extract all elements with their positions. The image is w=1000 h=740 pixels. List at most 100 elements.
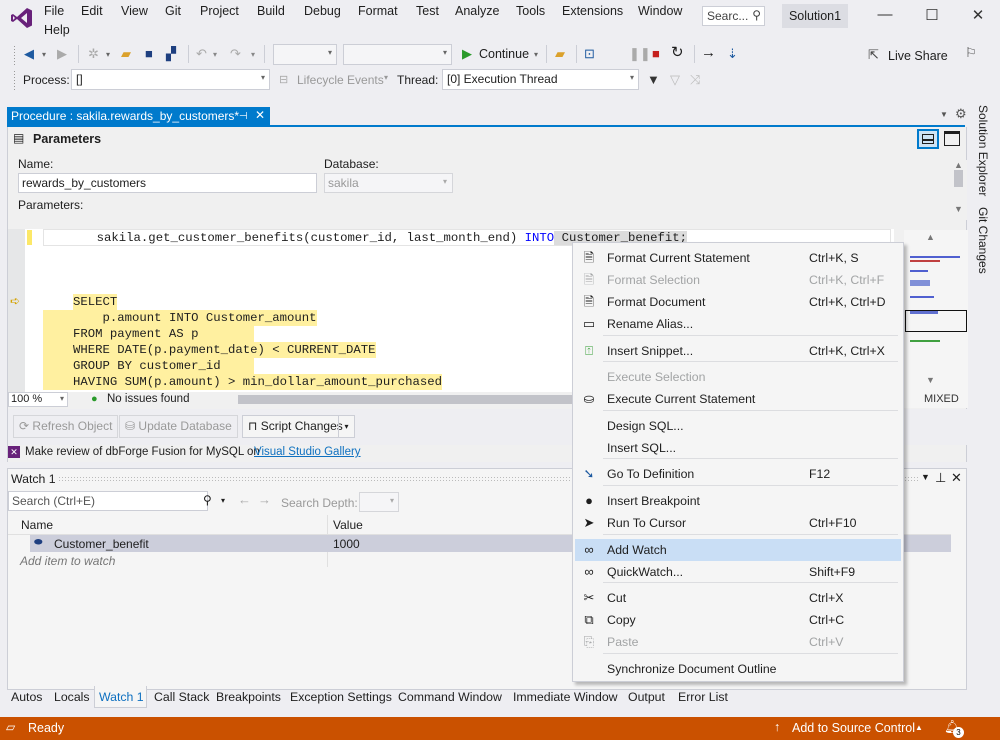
- minimap[interactable]: ▲ ▼ MIXED: [904, 230, 968, 408]
- thread-dropdown[interactable]: [0] Execution Thread ▾: [442, 69, 639, 90]
- menu-window[interactable]: Window: [638, 4, 682, 18]
- continue-button[interactable]: Continue: [479, 47, 529, 61]
- restart-icon[interactable]: ↻: [671, 45, 684, 61]
- script-dropdown-icon[interactable]: ▾: [338, 415, 354, 438]
- step-into-icon[interactable]: ⇣: [727, 46, 738, 62]
- menu-format[interactable]: Format: [358, 4, 398, 18]
- menu-analyze[interactable]: Analyze: [455, 4, 499, 18]
- menu-item-synchronize-document-outline[interactable]: Synchronize Document Outline: [575, 658, 901, 680]
- gallery-link[interactable]: Visual Studio Gallery: [254, 446, 361, 458]
- code-line-2: SELECT: [73, 294, 118, 310]
- rename-icon: ▭: [582, 316, 596, 331]
- column-value-header[interactable]: Value: [333, 518, 363, 532]
- open-folder-icon[interactable]: ▰: [121, 46, 131, 62]
- menu-tools[interactable]: Tools: [516, 4, 545, 18]
- add-watch-placeholder[interactable]: Add item to watch: [20, 554, 115, 568]
- menu-item-rename-alias[interactable]: ▭ Rename Alias...: [575, 313, 901, 335]
- menu-test[interactable]: Test: [416, 4, 439, 18]
- menu-item-insert-breakpoint[interactable]: ● Insert Breakpoint: [575, 490, 901, 512]
- menu-item-format-current-statement[interactable]: 🗎 Format Current Statement Ctrl+K, S: [575, 247, 901, 269]
- find-in-files-icon[interactable]: ▰: [555, 46, 565, 62]
- column-name-header[interactable]: Name: [21, 518, 53, 532]
- tab-locals[interactable]: Locals: [54, 690, 90, 704]
- zoom-dropdown[interactable]: 100 % ▾: [8, 392, 68, 407]
- save-all-icon[interactable]: ▞: [166, 46, 176, 62]
- single-view-button[interactable]: [944, 131, 960, 146]
- search-box[interactable]: Searc... ⚲: [702, 6, 765, 26]
- toolbar-grip[interactable]: [13, 70, 16, 90]
- show-next-statement-icon[interactable]: →: [701, 45, 716, 61]
- parameters-scrollbar[interactable]: ▲ ▼: [951, 160, 967, 220]
- source-control-dropdown-icon[interactable]: ▲: [915, 723, 923, 732]
- toolbar-grip[interactable]: [13, 45, 16, 65]
- play-icon[interactable]: ▶: [462, 46, 472, 62]
- panel-close-icon[interactable]: ✕: [951, 470, 962, 486]
- tab-command-window[interactable]: Command Window: [398, 690, 502, 704]
- settings-gear-icon[interactable]: ⚙: [955, 106, 967, 122]
- menu-build[interactable]: Build: [257, 4, 285, 18]
- stop-icon[interactable]: ■: [652, 46, 660, 62]
- menu-item-insert-snippet[interactable]: ⍐ Insert Snippet... Ctrl+K, Ctrl+X: [575, 340, 901, 362]
- tab-output[interactable]: Output: [628, 690, 665, 704]
- name-input[interactable]: rewards_by_customers: [18, 173, 317, 193]
- tab-error-list[interactable]: Error List: [678, 690, 728, 704]
- tab-procedure[interactable]: Procedure : sakila.rewards_by_customers*…: [7, 107, 270, 126]
- back-dropdown-icon[interactable]: ▾: [42, 47, 46, 63]
- split-view-button[interactable]: [917, 129, 939, 149]
- live-share-icon[interactable]: ⇱: [868, 47, 879, 63]
- menu-item-design-sql[interactable]: Design SQL...: [575, 415, 901, 437]
- menu-item-cut[interactable]: ✂ Cut Ctrl+X: [575, 587, 901, 609]
- menu-item-run-to-cursor[interactable]: ➤ Run To Cursor Ctrl+F10: [575, 512, 901, 534]
- tab-close-icon[interactable]: ✕: [255, 108, 265, 123]
- menu-file[interactable]: File: [44, 4, 64, 18]
- live-share-button[interactable]: Live Share: [888, 49, 948, 63]
- tab-list-dropdown-icon[interactable]: ▼: [940, 110, 948, 119]
- menu-view[interactable]: View: [121, 4, 148, 18]
- tab-immediate-window[interactable]: Immediate Window: [513, 690, 618, 704]
- horizontal-scrollbar[interactable]: [238, 395, 572, 404]
- menu-extensions[interactable]: Extensions: [562, 4, 623, 18]
- watch-search-input[interactable]: Search (Ctrl+E): [8, 491, 208, 511]
- new-dropdown-icon[interactable]: ▾: [106, 47, 110, 63]
- browser-icon[interactable]: ⊡: [584, 46, 595, 62]
- menu-edit[interactable]: Edit: [81, 4, 103, 18]
- menu-item-label: Rename Alias...: [607, 317, 694, 331]
- script-changes-button[interactable]: ⊓ Script Changes ▾: [242, 415, 355, 438]
- feedback-icon[interactable]: ⚐: [965, 45, 977, 61]
- tab-autos[interactable]: Autos: [11, 690, 42, 704]
- panel-pin-icon[interactable]: ⊥: [935, 470, 946, 486]
- parameters-list-label: Parameters:: [18, 198, 84, 212]
- menu-project[interactable]: Project: [200, 4, 239, 18]
- side-tab-git-changes[interactable]: Git Changes: [976, 207, 990, 274]
- menu-item-go-to-definition[interactable]: ➘ Go To Definition F12: [575, 463, 901, 485]
- panel-menu-icon[interactable]: ▼: [921, 472, 930, 482]
- menu-help[interactable]: Help: [44, 23, 70, 37]
- menu-item-add-watch[interactable]: ∞ Add Watch: [575, 539, 901, 561]
- close-icon[interactable]: ✕: [968, 6, 988, 24]
- filter-icon[interactable]: ▼: [647, 72, 660, 88]
- side-tab-solution-explorer[interactable]: Solution Explorer: [976, 105, 990, 196]
- tab-call-stack[interactable]: Call Stack: [154, 690, 209, 704]
- watch-search-icon[interactable]: ⚲: [203, 493, 212, 507]
- back-icon[interactable]: ◀: [24, 46, 34, 62]
- tab-breakpoints[interactable]: Breakpoints: [216, 690, 281, 704]
- pin-icon[interactable]: ⊣: [239, 109, 248, 124]
- database-label: Database:: [324, 157, 379, 171]
- add-to-source-control[interactable]: Add to Source Control: [792, 721, 915, 735]
- save-icon[interactable]: ■: [145, 46, 153, 62]
- tab-watch1[interactable]: Watch 1: [99, 690, 144, 704]
- continue-dropdown-icon[interactable]: ▾: [534, 47, 538, 63]
- menu-item-execute-current-statement[interactable]: ⛀ Execute Current Statement: [575, 388, 901, 410]
- search-options-dropdown-icon[interactable]: ▾: [221, 496, 225, 505]
- menu-debug[interactable]: Debug: [304, 4, 341, 18]
- maximize-icon[interactable]: ☐: [922, 6, 942, 24]
- minimize-icon[interactable]: —: [875, 6, 895, 23]
- menu-item-format-document[interactable]: 🗎 Format Document Ctrl+K, Ctrl+D: [575, 291, 901, 313]
- menu-item-copy[interactable]: ⧉ Copy Ctrl+C: [575, 609, 901, 631]
- tab-exception-settings[interactable]: Exception Settings: [290, 690, 392, 704]
- menu-item-label: Design SQL...: [607, 419, 684, 433]
- menu-item-quickwatch[interactable]: ∞ QuickWatch... Shift+F9: [575, 561, 901, 583]
- process-dropdown[interactable]: [] ▾: [71, 69, 270, 90]
- menu-git[interactable]: Git: [165, 4, 181, 18]
- menu-item-insert-sql[interactable]: Insert SQL...: [575, 437, 901, 459]
